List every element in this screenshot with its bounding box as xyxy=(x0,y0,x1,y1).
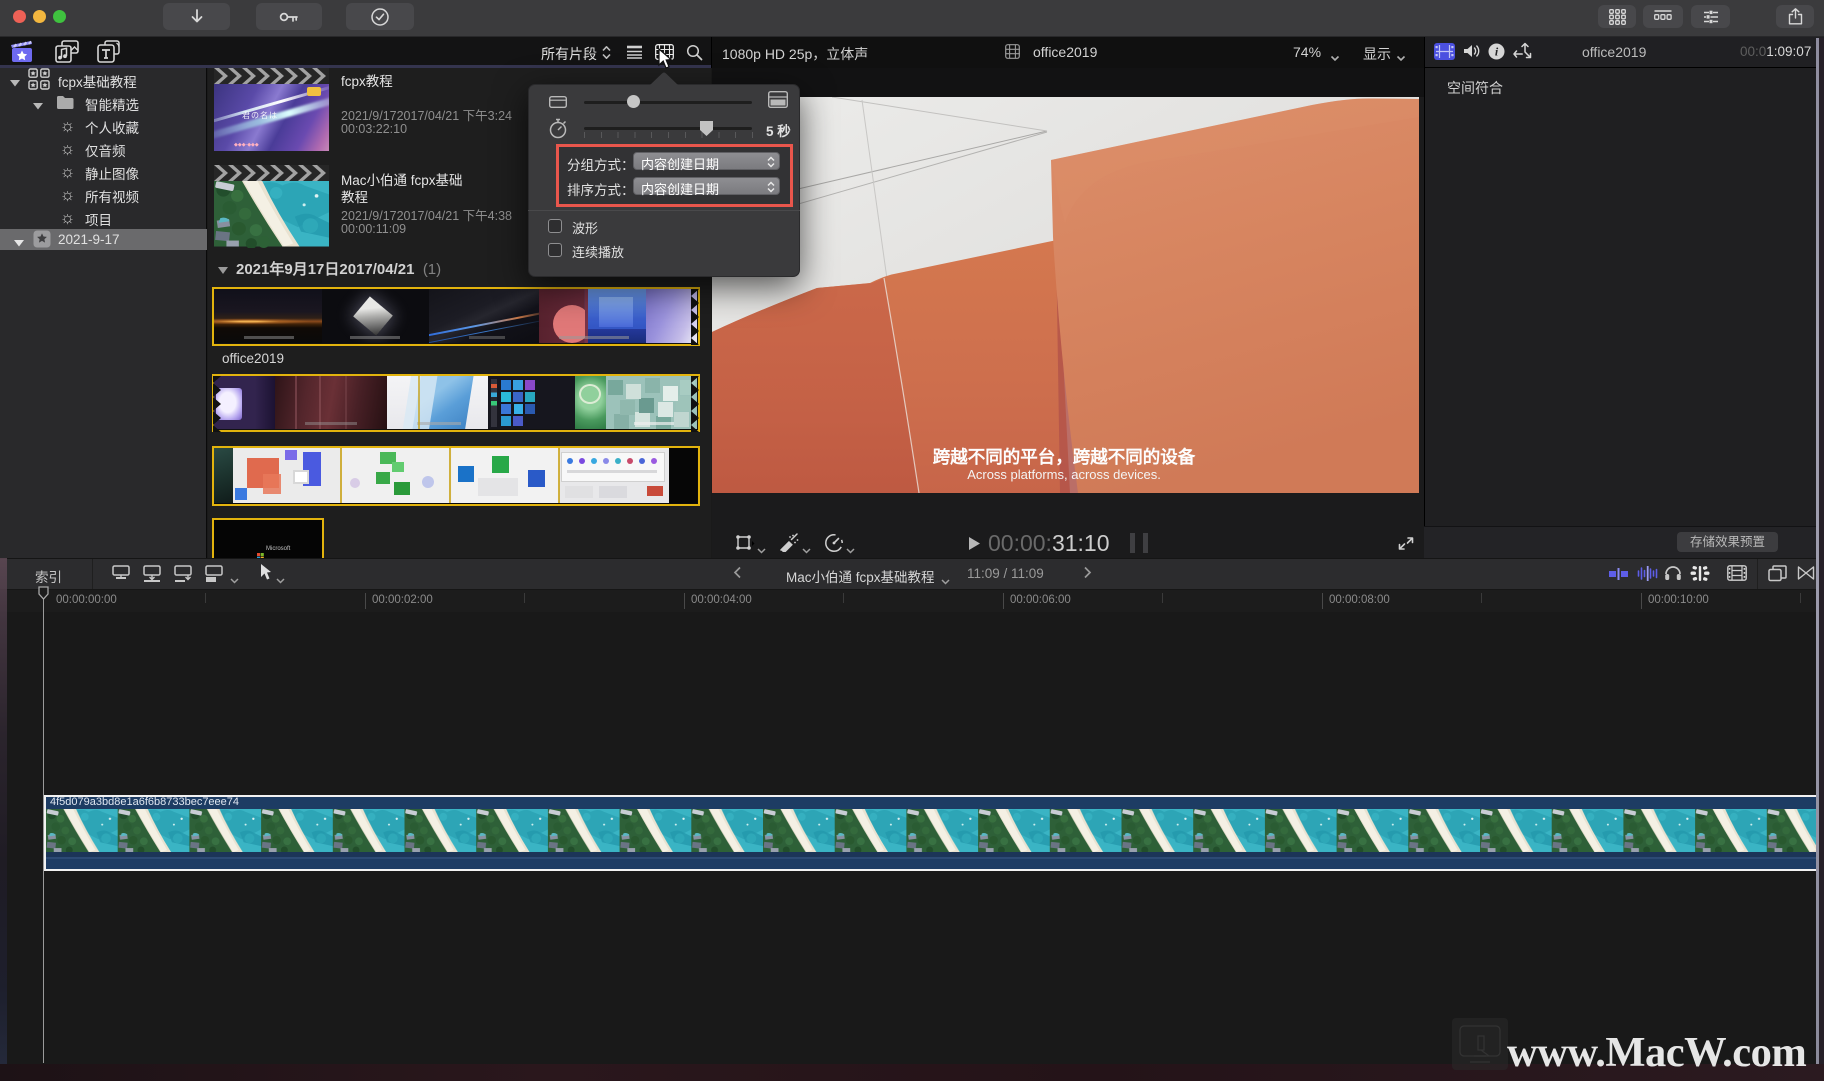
svg-text:跨越不同的平台，跨越不同的设备: 跨越不同的平台，跨越不同的设备 xyxy=(933,447,1196,467)
svg-text:Across platforms, across devic: Across platforms, across devices. xyxy=(967,467,1161,482)
